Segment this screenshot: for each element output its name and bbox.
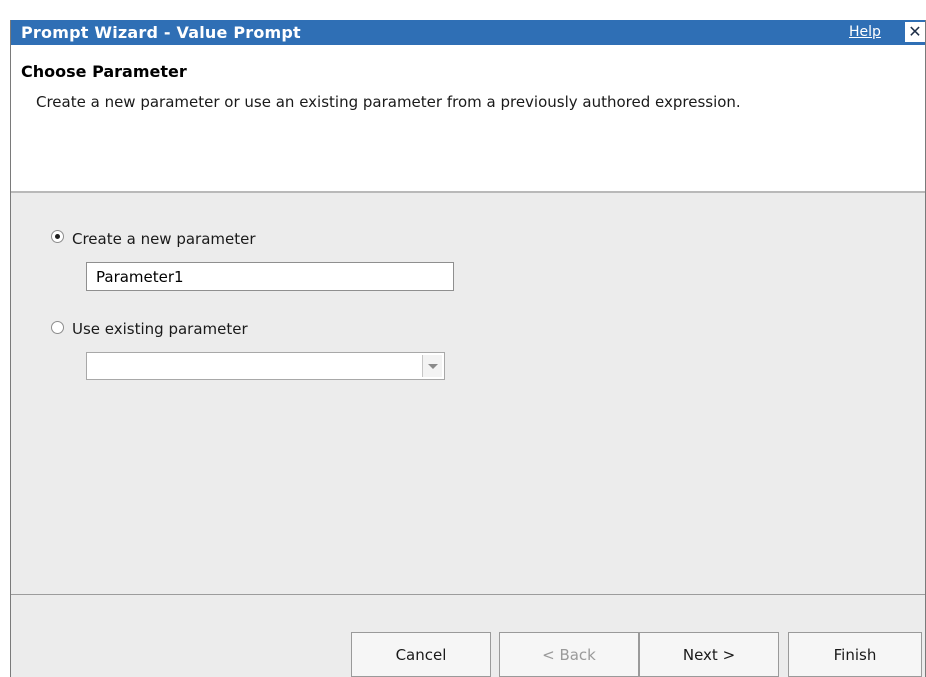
chevron-down-icon — [428, 364, 438, 369]
dialog-title: Prompt Wizard - Value Prompt — [21, 23, 301, 42]
footer-divider — [11, 594, 925, 595]
prompt-wizard-dialog: Prompt Wizard - Value Prompt Help ✕ Choo… — [10, 20, 926, 677]
next-button[interactable]: Next > — [639, 632, 779, 677]
dialog-titlebar: Prompt Wizard - Value Prompt Help ✕ — [11, 20, 925, 45]
dropdown-arrow-button[interactable] — [422, 355, 442, 377]
back-button[interactable]: < Back — [499, 632, 639, 677]
use-existing-parameter-radio[interactable] — [51, 321, 64, 334]
radio-selected-dot — [55, 234, 60, 239]
create-new-parameter-label[interactable]: Create a new parameter — [72, 230, 256, 248]
cancel-button[interactable]: Cancel — [351, 632, 491, 677]
create-new-parameter-radio[interactable] — [51, 230, 64, 243]
existing-parameter-dropdown[interactable] — [86, 352, 445, 380]
step-title: Choose Parameter — [21, 62, 187, 81]
help-link[interactable]: Help — [849, 24, 881, 40]
new-parameter-name-input[interactable] — [86, 262, 454, 291]
step-description: Create a new parameter or use an existin… — [36, 93, 741, 111]
finish-button[interactable]: Finish — [788, 632, 922, 677]
close-icon[interactable]: ✕ — [905, 22, 925, 42]
step-header: Choose Parameter Create a new parameter … — [11, 45, 925, 193]
use-existing-parameter-label[interactable]: Use existing parameter — [72, 320, 248, 338]
